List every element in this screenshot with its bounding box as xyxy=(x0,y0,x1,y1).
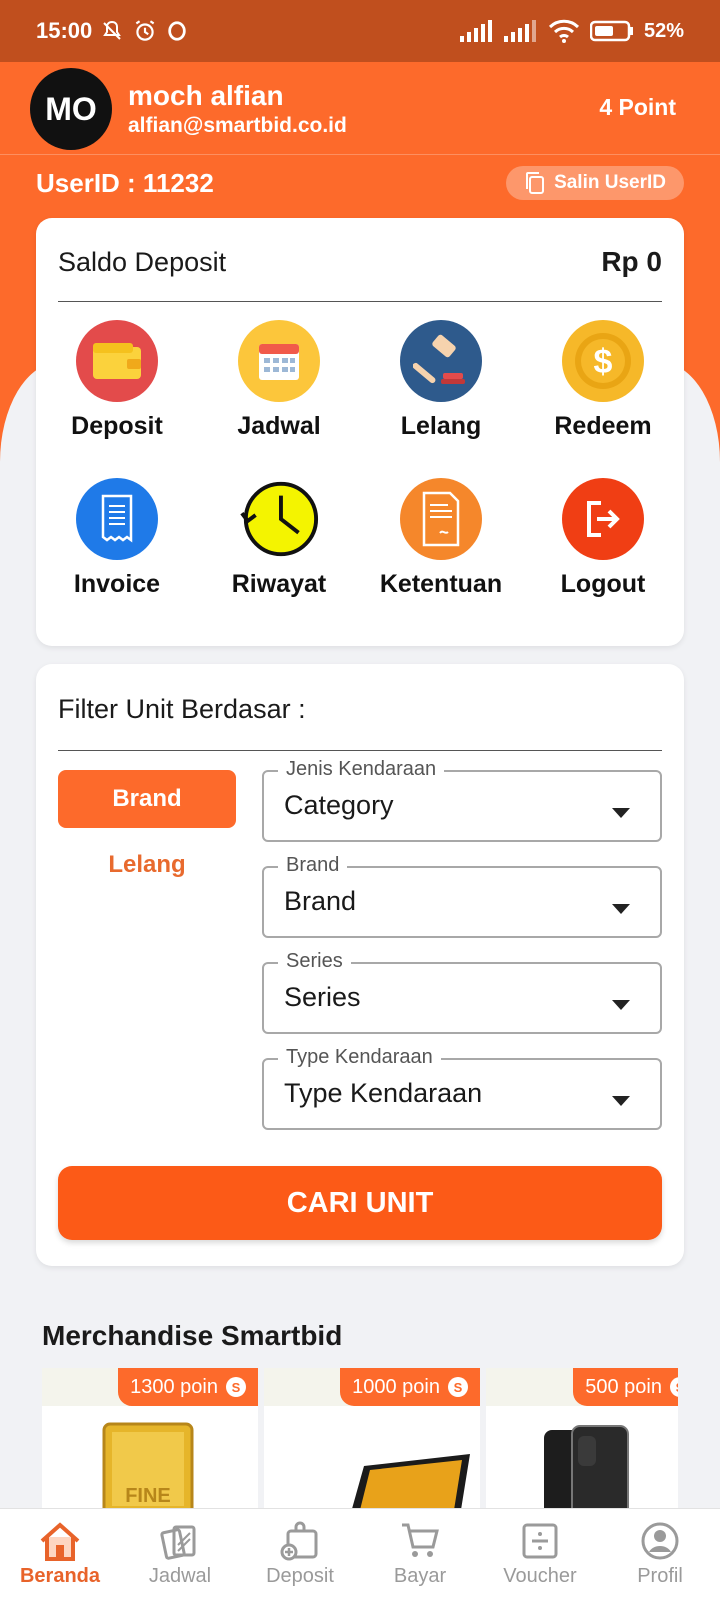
nav-beranda[interactable]: Beranda xyxy=(0,1509,120,1600)
user-email: alfian@smartbid.co.id xyxy=(128,114,347,137)
nav-profil[interactable]: Profil xyxy=(600,1509,720,1600)
saldo-value: Rp 0 xyxy=(601,246,662,277)
filter-card: Filter Unit Berdasar : Brand Lelang Jeni… xyxy=(36,664,684,1266)
type-kendaraan-select[interactable]: Type Kendaraan Type Kendaraan xyxy=(262,1046,662,1130)
merchandise-title: Merchandise Smartbid xyxy=(42,1320,343,1351)
copy-icon xyxy=(526,172,545,194)
dropdown-arrow-icon xyxy=(612,1000,630,1010)
menu-item-logout[interactable]: Logout xyxy=(522,478,684,628)
laptop-icon xyxy=(352,1454,470,1508)
bag-plus-icon xyxy=(280,1521,318,1561)
user-id: UserID : 11232 xyxy=(36,168,214,198)
series-select[interactable]: Series Series xyxy=(262,950,662,1034)
gavel-icon xyxy=(400,320,482,402)
calendar-icon xyxy=(238,320,320,402)
wallet-icon xyxy=(76,320,158,402)
saldo-divider xyxy=(58,301,662,302)
bottom-nav: Beranda Jadwal Deposit Bayar Voucher Pro… xyxy=(0,1508,720,1600)
saldo-label: Saldo Deposit xyxy=(58,246,227,277)
menu-item-riwayat[interactable]: Riwayat xyxy=(198,478,360,628)
brand-select[interactable]: Brand Brand xyxy=(262,854,662,938)
avatar[interactable]: MO xyxy=(30,68,112,150)
saldo-card: Saldo Deposit Rp 0 Deposit Jadwal Lelang xyxy=(36,218,684,646)
svg-text:$: $ xyxy=(594,343,613,381)
user-icon xyxy=(641,1522,679,1560)
dropdown-arrow-icon xyxy=(612,904,630,914)
tab-brand[interactable]: Brand xyxy=(58,770,236,828)
home-icon xyxy=(40,1522,80,1561)
poin-coin-icon: S xyxy=(448,1377,468,1397)
voucher-icon xyxy=(522,1523,558,1559)
menu-grid: Deposit Jadwal Lelang $ Redeem Invoice R… xyxy=(36,320,684,628)
svg-text:FINE: FINE xyxy=(125,1485,171,1507)
user-name: moch alfian xyxy=(128,80,284,111)
gold-bar-icon: FINE xyxy=(102,1422,194,1508)
tab-lelang[interactable]: Lelang xyxy=(58,836,236,894)
dropdown-arrow-icon xyxy=(612,808,630,818)
battery-icon xyxy=(589,20,633,42)
history-clock-icon xyxy=(238,478,320,560)
poin-coin-icon: S xyxy=(670,1377,678,1397)
status-time: 15:00 xyxy=(36,18,93,43)
copy-userid-button[interactable]: Salin UserID xyxy=(506,166,684,200)
wifi-icon xyxy=(548,19,580,43)
filter-title: Filter Unit Berdasar : xyxy=(58,694,306,724)
receipt-icon xyxy=(76,478,158,560)
phone-icon xyxy=(544,1425,629,1508)
merchandise-list[interactable]: 1300 poinS FINE 1000 poinS 500 poinS xyxy=(42,1368,678,1508)
nav-voucher[interactable]: Voucher xyxy=(480,1509,600,1600)
status-bar: 15:00 52% xyxy=(0,0,720,62)
logout-icon xyxy=(562,478,644,560)
nav-bayar[interactable]: Bayar xyxy=(360,1509,480,1600)
profile-header[interactable]: MO moch alfian alfian@smartbid.co.id xyxy=(30,68,347,150)
merch-item[interactable]: 1300 poin S FINE xyxy=(42,1368,258,1508)
menu-item-ketentuan[interactable]: Ketentuan xyxy=(360,478,522,628)
coin-icon: $ xyxy=(562,320,644,402)
filter-divider xyxy=(58,750,662,751)
merch-item[interactable]: 500 poinS xyxy=(486,1368,678,1508)
mute-bell-icon xyxy=(103,20,122,40)
dropdown-arrow-icon xyxy=(612,1096,630,1106)
menu-item-lelang[interactable]: Lelang xyxy=(360,320,522,470)
points-label[interactable]: 4 Point xyxy=(599,94,676,121)
alarm-icon xyxy=(136,20,155,41)
search-unit-button[interactable]: CARI UNIT xyxy=(58,1166,662,1240)
menu-item-invoice[interactable]: Invoice xyxy=(36,478,198,628)
nav-deposit[interactable]: Deposit xyxy=(240,1509,360,1600)
menu-item-redeem[interactable]: $ Redeem xyxy=(522,320,684,470)
document-icon xyxy=(400,478,482,560)
header-divider xyxy=(0,154,720,155)
poin-coin-icon: S xyxy=(226,1377,246,1397)
nav-jadwal[interactable]: Jadwal xyxy=(120,1509,240,1600)
copy-userid-label: Salin UserID xyxy=(554,172,666,193)
cards-icon xyxy=(160,1525,196,1560)
cart-icon xyxy=(402,1523,439,1557)
menu-item-jadwal[interactable]: Jadwal xyxy=(198,320,360,470)
jenis-kendaraan-select[interactable]: Jenis Kendaraan Category xyxy=(262,758,662,842)
opera-icon xyxy=(168,21,186,41)
signal-icon xyxy=(503,20,536,42)
signal-icon xyxy=(459,20,492,42)
menu-item-deposit[interactable]: Deposit xyxy=(36,320,198,470)
merch-item[interactable]: 1000 poin S xyxy=(264,1368,480,1508)
battery-level: 52% xyxy=(643,19,684,42)
